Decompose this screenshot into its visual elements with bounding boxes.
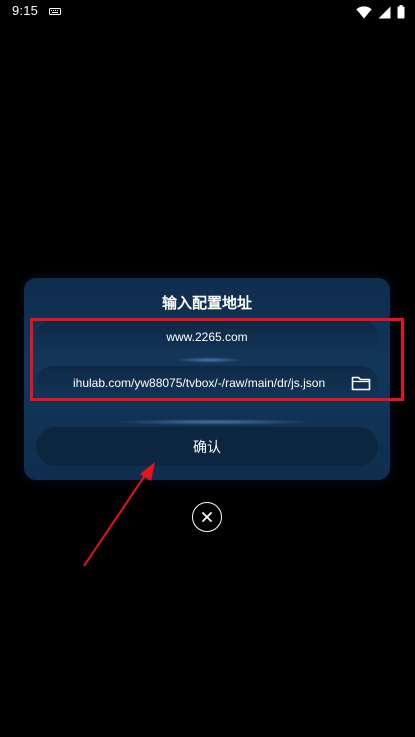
confirm-button[interactable]: 确认	[36, 426, 378, 466]
close-button[interactable]	[192, 502, 222, 532]
field-glow	[114, 419, 314, 425]
annotation-highlight-box	[30, 318, 404, 401]
status-bar: 9:15	[0, 0, 415, 24]
keyboard-icon	[49, 8, 61, 15]
close-icon	[202, 512, 212, 522]
dialog-title: 输入配置地址	[161, 294, 252, 312]
battery-icon	[397, 5, 405, 19]
screen: 9:15 输入配置地址 www.2265.com ihulab.com/yw88…	[0, 0, 415, 737]
status-time: 9:15	[12, 3, 39, 18]
wifi-icon	[356, 5, 372, 18]
confirm-label: 确认	[193, 440, 221, 456]
status-icons	[356, 4, 405, 20]
signal-icon	[378, 6, 391, 18]
